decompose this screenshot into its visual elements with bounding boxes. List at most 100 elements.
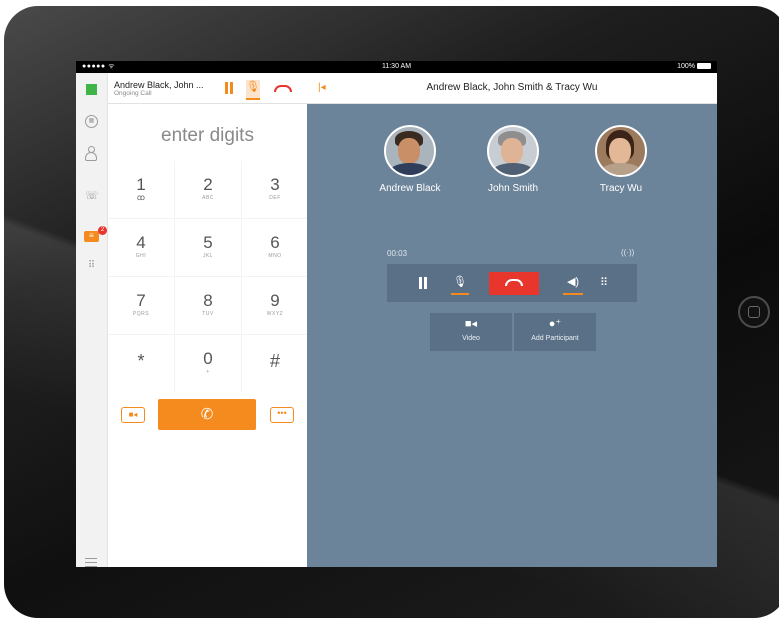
avatar: [595, 125, 647, 177]
dialpad-icon[interactable]: ⠿: [85, 259, 98, 272]
directory-icon[interactable]: ▦: [85, 115, 98, 128]
hang-up-icon[interactable]: [274, 85, 292, 92]
key-letters: DEF: [269, 195, 281, 201]
ellipsis-icon: •••: [277, 408, 287, 418]
app-screen: ●●●●● ᯤ 11:30 AM 100% ▦ ☏ ≡ 2 ⠿ Andrew B…: [76, 61, 717, 567]
call-controls: 🎙 ◀) ⠿: [387, 264, 637, 302]
key-digit: 4: [136, 233, 146, 252]
battery-icon: [697, 62, 711, 69]
voicemail-icon: ꝏ: [136, 193, 146, 202]
more-options-button[interactable]: •••: [270, 407, 294, 423]
key-0[interactable]: 0 +: [175, 335, 241, 392]
participant-name: John Smith: [487, 183, 539, 194]
key-7[interactable]: 7 PQRS: [108, 277, 174, 334]
keypad-icon: ⠿: [599, 277, 609, 289]
messages-badge: 2: [98, 226, 107, 235]
key-1[interactable]: 1ꝏ: [108, 161, 174, 218]
participant-andrew-black[interactable]: Andrew Black: [360, 125, 460, 194]
key-letters: TUV: [202, 311, 214, 317]
key-digit: 3: [270, 175, 280, 194]
dial-actions: ■◂ ✆ •••: [108, 395, 307, 430]
hang-up-icon: [505, 279, 523, 286]
key-letters: GHI: [135, 253, 147, 259]
avatar: [384, 125, 436, 177]
add-participant-button[interactable]: ●⁺ Add Participant: [514, 313, 596, 351]
side-rail: ▦ ☏ ≡ 2 ⠿: [76, 73, 108, 567]
key-4[interactable]: 4 GHI: [108, 219, 174, 276]
key-5[interactable]: 5 JKL: [175, 219, 241, 276]
key-letters: +: [206, 369, 210, 375]
call-duration: 00:03: [387, 249, 408, 258]
call-participants-name: Andrew Black, John ...: [114, 80, 204, 90]
key-digit: 8: [203, 291, 213, 310]
home-button[interactable]: [738, 296, 770, 328]
add-person-icon: ●⁺: [548, 318, 562, 330]
key-digit: 6: [270, 233, 280, 252]
key-letters: MNO: [268, 253, 282, 259]
status-bar: ●●●●● ᯤ 11:30 AM 100%: [76, 61, 717, 73]
call-status: Ongoing Call: [114, 90, 152, 97]
video-label: Video: [462, 335, 480, 342]
key-star[interactable]: *: [108, 335, 174, 392]
conference-header: |◂ Andrew Black, John Smith & Tracy Wu: [307, 73, 717, 104]
phone-icon: ✆: [200, 406, 214, 423]
avatar-face: [609, 138, 631, 164]
call-button[interactable]: ✆: [158, 399, 256, 430]
battery-percent: 100%: [677, 62, 695, 70]
add-participant-label: Add Participant: [531, 335, 579, 342]
participant-name: Tracy Wu: [599, 183, 643, 194]
key-9[interactable]: 9 WXYZ: [242, 277, 308, 334]
key-letters: WXYZ: [266, 311, 284, 317]
key-2[interactable]: 2 ABC: [175, 161, 241, 218]
avatar-body: [493, 163, 533, 175]
keypad-button[interactable]: ⠿: [597, 273, 611, 293]
menu-icon[interactable]: [85, 558, 97, 567]
key-digit: 1: [136, 175, 146, 194]
key-digit: 5: [203, 233, 213, 252]
avatar-body: [601, 163, 641, 175]
muted-mic-icon: 🎙: [453, 276, 467, 288]
avatar: [487, 125, 539, 177]
messages-icon[interactable]: ≡ 2: [84, 226, 107, 242]
contacts-icon[interactable]: [85, 146, 97, 161]
avatar-face: [501, 138, 523, 164]
key-digit: *: [137, 351, 145, 371]
speaker-icon: ◀): [566, 276, 580, 288]
avatar-body: [390, 163, 430, 175]
key-digit: 9: [270, 291, 280, 310]
dialer-pane: Andrew Black, John ... Ongoing Call 🎙 en…: [108, 73, 308, 567]
participant-name: Andrew Black: [379, 183, 441, 194]
end-call-button[interactable]: [489, 272, 539, 295]
mute-button[interactable]: 🎙: [451, 273, 469, 295]
conference-title: Andrew Black, John Smith & Tracy Wu: [426, 82, 598, 93]
speaker-button[interactable]: ◀): [563, 273, 583, 295]
presence-status-icon[interactable]: [86, 84, 97, 95]
key-hash[interactable]: #: [242, 335, 308, 392]
call-history-icon[interactable]: ☏: [85, 190, 99, 203]
key-6[interactable]: 6 MNO: [242, 219, 308, 276]
key-digit: 2: [203, 175, 213, 194]
key-digit: 7: [136, 291, 146, 310]
key-letters: ABC: [202, 195, 214, 201]
key-letters: PQRS: [132, 311, 150, 317]
hold-icon[interactable]: [224, 82, 234, 94]
front-camera: [38, 307, 44, 313]
digits-input[interactable]: enter digits: [108, 125, 307, 147]
hold-button[interactable]: [416, 273, 430, 293]
video-camera-icon: ■◂: [464, 318, 478, 330]
battery-indicator: 100%: [677, 62, 711, 70]
key-digit: #: [269, 351, 280, 371]
key-8[interactable]: 8 TUV: [175, 277, 241, 334]
avatar-face: [398, 138, 420, 164]
mute-icon[interactable]: 🎙: [246, 80, 260, 100]
ongoing-call-header[interactable]: Andrew Black, John ... Ongoing Call 🎙: [108, 73, 307, 104]
participant-tracy-wu[interactable]: Tracy Wu: [571, 125, 671, 194]
conference-pane: |◂ Andrew Black, John Smith & Tracy Wu A…: [307, 73, 717, 567]
status-time: 11:30 AM: [381, 62, 412, 70]
key-letters: JKL: [202, 253, 214, 259]
participant-john-smith[interactable]: John Smith: [463, 125, 563, 194]
key-digit: 0: [203, 349, 213, 368]
video-call-button[interactable]: ■◂: [121, 407, 145, 423]
key-3[interactable]: 3 DEF: [242, 161, 308, 218]
video-button[interactable]: ■◂ Video: [430, 313, 512, 351]
